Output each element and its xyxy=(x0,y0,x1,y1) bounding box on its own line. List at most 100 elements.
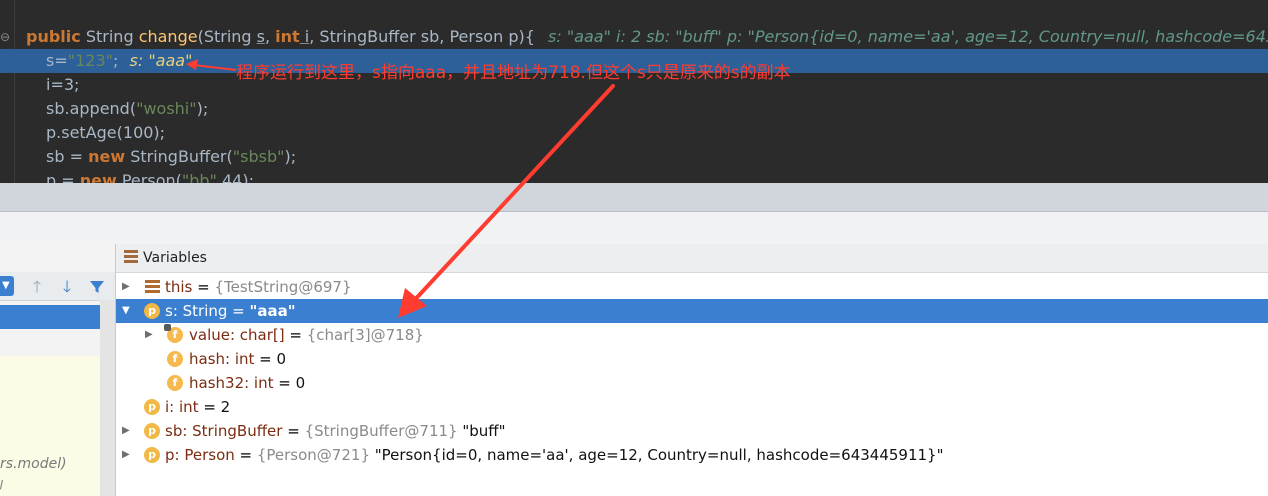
string-literal: "sbsb" xyxy=(232,147,285,166)
code-line-assign-i[interactable]: i=3; xyxy=(46,73,79,97)
variable-text: value: char[] = {char[3]@718} xyxy=(189,323,424,347)
string-literal: "bb" xyxy=(181,171,217,183)
inline-debug-values: s: "aaa" i: 2 sb: "buff" p: "Person{id=0… xyxy=(548,27,1268,46)
code-text: sb = xyxy=(46,147,89,166)
variable-row-p[interactable]: ▶ p p: Person = {Person@721} "Person{id=… xyxy=(116,443,1268,467)
final-field-badge-icon: f xyxy=(164,324,183,343)
field-badge-icon: f xyxy=(167,375,183,391)
variable-text: this = {TestString@697} xyxy=(165,275,352,299)
code-line-new-person[interactable]: p = new Person("bb",44); xyxy=(46,169,254,183)
variable-ref: {TestString@697} xyxy=(214,278,352,296)
variable-row-s[interactable]: ▼ p s: String = "aaa" xyxy=(116,299,1268,323)
code-text: sb.append( xyxy=(46,99,137,118)
frame-item-library[interactable] xyxy=(0,356,100,496)
variable-value: "Person{id=0, name='aa', age=12, Country… xyxy=(369,446,944,464)
variable-name: s: String xyxy=(165,302,228,320)
variable-name: this xyxy=(165,278,193,296)
collapse-arrow-icon[interactable]: ▼ xyxy=(122,299,130,323)
equals-sign: = xyxy=(273,374,296,392)
string-literal: "woshi" xyxy=(136,99,197,118)
variable-name: i: int xyxy=(165,398,199,416)
variable-name: value: char[] xyxy=(189,326,285,344)
variable-row-value[interactable]: ▶ f value: char[] = {char[3]@718} xyxy=(116,323,1268,347)
equals-sign: = xyxy=(282,422,305,440)
field-badge-icon: f xyxy=(167,351,183,367)
object-icon xyxy=(145,280,160,294)
frame-sub-label: J xyxy=(0,478,4,491)
code-line-method-signature[interactable]: public String change(String s, int i, St… xyxy=(26,25,1268,49)
variable-value: 2 xyxy=(220,398,231,416)
variables-icon xyxy=(124,250,138,264)
variable-name: sb: StringBuffer xyxy=(165,422,283,440)
fold-marker-icon[interactable]: ⊖ xyxy=(0,30,10,44)
keyword-public: public xyxy=(26,27,81,46)
code-line-new-stringbuffer[interactable]: sb = new StringBuffer("sbsb"); xyxy=(46,145,296,169)
variable-name: hash: int xyxy=(189,350,255,368)
frame-package-label: rs.model) xyxy=(0,456,67,472)
code-editor[interactable]: ⊖ public String change(String s, int i, … xyxy=(0,0,1268,183)
variable-ref: {StringBuffer@711} xyxy=(304,422,458,440)
variable-value: "buff" xyxy=(457,422,506,440)
variable-row-hash[interactable]: f hash: int = 0 xyxy=(116,347,1268,371)
variables-title: Variables xyxy=(143,250,207,266)
parameter-badge-icon: p xyxy=(144,399,160,415)
variable-text: hash32: int = 0 xyxy=(189,371,305,395)
variable-text: p: Person = {Person@721} "Person{id=0, n… xyxy=(165,443,944,467)
annotation-text: 程序运行到这里，s指向aaa，并且地址为718.但这个s只是原来的s的副本 xyxy=(236,63,791,83)
param-i: i xyxy=(299,27,310,46)
variable-row-i[interactable]: p i: int = 2 xyxy=(116,395,1268,419)
keyword-new: new xyxy=(79,171,117,183)
variable-text: hash: int = 0 xyxy=(189,347,286,371)
equals-sign: = xyxy=(198,398,221,416)
equals-sign: = xyxy=(234,446,257,464)
code-text: Person( xyxy=(116,171,182,183)
inline-debug-value-s: s: "aaa" xyxy=(129,51,193,70)
frames-scrollbar[interactable] xyxy=(100,300,115,496)
variable-value: 0 xyxy=(295,374,306,392)
parameter-badge-icon: p xyxy=(144,423,160,439)
variable-row-sb[interactable]: ▶ p sb: StringBuffer = {StringBuffer@711… xyxy=(116,419,1268,443)
variable-name: hash32: int xyxy=(189,374,274,392)
variable-name: p: Person xyxy=(165,446,235,464)
parameter-badge-icon: p xyxy=(144,447,160,463)
signature-comma: , xyxy=(265,27,276,46)
variable-row-this[interactable]: ▶ this = {TestString@697} xyxy=(116,275,1268,299)
signature-rest: , StringBuffer sb, Person p){ xyxy=(309,27,535,46)
frames-pane: ▼ 🡑 🡓 rs.model) J xyxy=(0,244,116,496)
code-text: p = xyxy=(46,171,80,183)
code-text: StringBuffer( xyxy=(125,147,233,166)
chevron-down-icon: ▼ xyxy=(2,280,10,291)
frames-toolbar: ▼ 🡑 🡓 xyxy=(0,272,115,301)
filter-icon[interactable] xyxy=(88,278,106,296)
variable-value: 0 xyxy=(276,350,287,368)
expand-arrow-icon[interactable]: ▶ xyxy=(122,419,130,443)
expand-arrow-icon[interactable]: ▶ xyxy=(145,323,153,347)
return-type: String xyxy=(85,27,134,46)
keyword-int: int xyxy=(275,27,300,46)
signature-part: (String xyxy=(197,27,257,46)
equals-sign: = xyxy=(227,302,250,320)
frame-item-selected[interactable] xyxy=(0,305,100,329)
code-text: ); xyxy=(196,99,209,118)
param-s: s xyxy=(256,27,265,46)
arrow-down-icon[interactable]: 🡓 xyxy=(58,278,76,296)
equals-sign: = xyxy=(284,326,307,344)
arrow-up-icon[interactable]: 🡑 xyxy=(28,278,46,296)
variables-header: Variables xyxy=(116,244,1268,273)
code-line-set-age[interactable]: p.setAge(100); xyxy=(46,121,165,145)
editor-gutter xyxy=(14,0,15,183)
code-assign-s: s= xyxy=(46,51,68,70)
variable-row-hash32[interactable]: f hash32: int = 0 xyxy=(116,371,1268,395)
code-line-sb-append[interactable]: sb.append("woshi"); xyxy=(46,97,208,121)
debug-toolbar xyxy=(0,212,1268,244)
debug-tool-window-header xyxy=(0,183,1268,212)
variable-text: sb: StringBuffer = {StringBuffer@711} "b… xyxy=(165,419,506,443)
expand-arrow-icon[interactable]: ▶ xyxy=(122,443,130,467)
expand-arrow-icon[interactable]: ▶ xyxy=(122,275,130,299)
variable-value: "aaa" xyxy=(249,302,296,320)
equals-sign: = xyxy=(254,350,277,368)
code-text: ,44); xyxy=(216,171,254,183)
variable-text: i: int = 2 xyxy=(165,395,230,419)
code-text: p.setAge(100); xyxy=(46,123,166,142)
thread-dropdown[interactable]: ▼ xyxy=(0,276,14,296)
